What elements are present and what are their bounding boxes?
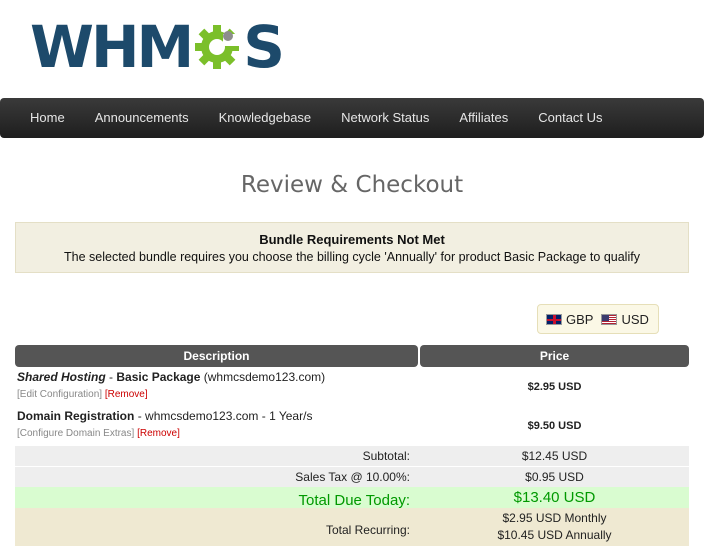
uk-flag-icon — [546, 313, 562, 325]
item-product: Basic Package — [116, 370, 201, 384]
currency-usd-label: USD — [621, 311, 649, 327]
configure-domain-extras-link[interactable]: [Configure Domain Extras] — [17, 428, 134, 439]
header-price: Price — [420, 345, 689, 367]
alert-text: The selected bundle requires you choose … — [64, 250, 640, 264]
remove-link[interactable]: [Remove] — [105, 389, 148, 400]
subtotal-label: Subtotal: — [362, 449, 410, 463]
remove-link[interactable]: [Remove] — [137, 428, 180, 439]
gear-icon — [195, 25, 240, 69]
bundle-alert: Bundle Requirements Not Met The selected… — [15, 222, 689, 273]
nav-affiliates[interactable]: Affiliates — [444, 98, 523, 138]
item-name: Domain Registration - whmcsdemo123.com -… — [17, 409, 416, 424]
item-group: Shared Hosting — [17, 370, 106, 384]
item-detail: (whmcsdemo123.com) — [200, 370, 326, 384]
us-flag-icon — [601, 313, 618, 325]
recurring-annually: $10.45 USD Annually — [497, 528, 612, 542]
nav-knowledgebase[interactable]: Knowledgebase — [204, 98, 327, 138]
recurring-monthly: $2.95 USD Monthly — [502, 511, 607, 525]
cart-table: Description Price Shared Hosting - Basic… — [15, 345, 689, 546]
total-due-value: $13.40 USD — [513, 489, 596, 506]
subtotal-row: Subtotal: $12.45 USD — [15, 445, 689, 466]
whmcs-logo[interactable]: WHM S — [30, 13, 285, 81]
tax-value: $0.95 USD — [525, 470, 584, 484]
logo-text-left: WHM — [30, 13, 194, 81]
total-due-label: Total Due Today: — [298, 492, 410, 509]
page-title: Review & Checkout — [240, 172, 464, 198]
currency-gbp-label: GBP — [566, 311, 594, 327]
item-detail: - whmcsdemo123.com - 1 Year/s — [134, 409, 313, 423]
recurring-values: $2.95 USD Monthly $10.45 USD Annually — [420, 508, 689, 546]
currency-gbp[interactable]: GBP — [546, 312, 593, 327]
cart-header: Description Price — [15, 345, 689, 367]
alert-title: Bundle Requirements Not Met — [259, 232, 445, 247]
cart-item-row: Domain Registration - whmcsdemo123.com -… — [15, 406, 689, 445]
total-due-row: Total Due Today: $13.40 USD — [15, 487, 689, 509]
item-separator: - — [105, 370, 117, 384]
recurring-label: Total Recurring: — [325, 523, 410, 537]
item-price: $9.50 USD — [527, 419, 582, 432]
header-description: Description — [15, 345, 418, 367]
subtotal-value: $12.45 USD — [521, 449, 588, 463]
logo-text-right: S — [243, 13, 285, 81]
currency-selector: GBP USD — [537, 304, 659, 334]
cart-item-row: Shared Hosting - Basic Package (whmcsdem… — [15, 367, 689, 406]
item-name: Shared Hosting - Basic Package (whmcsdem… — [17, 370, 416, 385]
item-price: $2.95 USD — [527, 380, 582, 393]
main-navbar: Home Announcements Knowledgebase Network… — [0, 98, 704, 138]
currency-usd[interactable]: USD — [601, 311, 649, 327]
nav-home[interactable]: Home — [15, 98, 80, 138]
tax-label: Sales Tax @ 10.00%: — [295, 470, 410, 484]
nav-network-status[interactable]: Network Status — [326, 98, 444, 138]
edit-configuration-link[interactable]: [Edit Configuration] — [17, 389, 102, 400]
nav-contact-us[interactable]: Contact Us — [523, 98, 617, 138]
nav-announcements[interactable]: Announcements — [80, 98, 204, 138]
tax-row: Sales Tax @ 10.00%: $0.95 USD — [15, 466, 689, 487]
item-product: Domain Registration — [17, 409, 135, 423]
recurring-row: Total Recurring: $2.95 USD Monthly $10.4… — [15, 508, 689, 546]
